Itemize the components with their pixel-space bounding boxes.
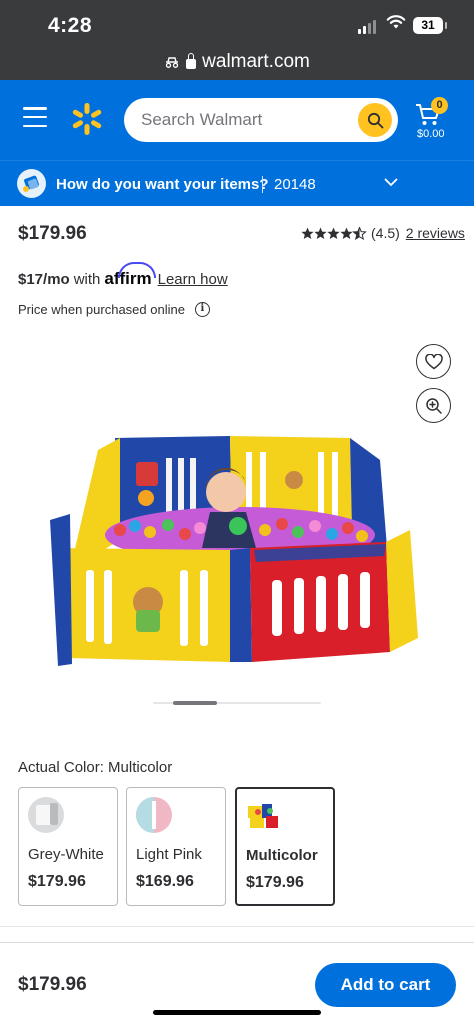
site-header: Search Walmart 0 $0.00 [0, 80, 474, 160]
walmart-spark-logo[interactable] [70, 102, 104, 136]
status-time: 4:28 [48, 14, 93, 37]
url-bar[interactable]: walmart.com [0, 46, 474, 78]
zip-code: 20148 [274, 176, 316, 193]
price-note: Price when purchased online i [18, 302, 210, 317]
zoom-in-icon [425, 397, 442, 414]
heart-icon [424, 353, 443, 369]
product-price: $179.96 [18, 223, 87, 244]
favorite-button[interactable] [416, 344, 451, 379]
wifi-icon [386, 15, 406, 29]
variant-name: Multicolor [246, 847, 318, 864]
lock-icon [186, 52, 197, 69]
zoom-button[interactable] [416, 388, 451, 423]
variant-name: Light Pink [136, 846, 202, 863]
delivery-option-icon [17, 169, 46, 198]
rating-stars-icon [301, 226, 367, 239]
variant-multicolor[interactable]: Multicolor $179.96 [235, 787, 335, 906]
variant-price: $179.96 [246, 874, 304, 891]
actual-color-label: Actual Color: Multicolor [18, 759, 173, 776]
search-placeholder: Search Walmart [141, 110, 263, 129]
variant-price: $169.96 [136, 873, 194, 890]
section-divider [0, 926, 474, 927]
search-input[interactable]: Search Walmart [124, 98, 398, 142]
add-to-cart-button[interactable]: Add to cart [315, 963, 456, 1007]
rating-text: (4.5) [371, 225, 400, 241]
reviews-link[interactable]: 2 reviews [406, 225, 465, 241]
affirm-monthly: $17/mo [18, 271, 70, 288]
sticky-price: $179.96 [18, 974, 87, 995]
fulfillment-question: How do you want your items? [56, 176, 269, 193]
fulfillment-divider [262, 176, 263, 193]
menu-icon[interactable] [23, 107, 47, 127]
swatch-grey-white [28, 797, 64, 833]
product-image[interactable] [50, 430, 424, 670]
rating-summary[interactable]: (4.5) 2 reviews [301, 225, 465, 241]
search-icon [367, 112, 383, 128]
affirm-logo: affirm [104, 262, 157, 288]
private-browsing-icon [166, 57, 179, 68]
carousel-active-dot [173, 701, 217, 705]
battery-icon: 31 [413, 17, 447, 34]
affirm-financing: $17/mo with affirm Learn how [18, 262, 228, 289]
swatch-light-pink [136, 797, 172, 833]
fulfillment-bar[interactable]: How do you want your items? 20148 [0, 160, 474, 206]
cart-total: $0.00 [417, 128, 445, 140]
image-carousel-indicator[interactable] [153, 701, 321, 705]
swatch-multicolor [246, 798, 282, 834]
cart-button[interactable]: 0 $0.00 [414, 96, 454, 144]
variant-grey-white[interactable]: Grey-White $179.96 [18, 787, 118, 906]
price-note-text: Price when purchased online [18, 302, 185, 317]
affirm-learn-link[interactable]: Learn how [158, 271, 228, 288]
variant-name: Grey-White [28, 846, 104, 863]
info-icon[interactable]: i [194, 302, 210, 317]
variant-price: $179.96 [28, 873, 86, 890]
search-button[interactable] [358, 103, 392, 137]
chevron-down-icon[interactable] [384, 175, 398, 189]
signal-icon [358, 18, 376, 34]
cart-count-badge: 0 [431, 97, 448, 114]
home-indicator[interactable] [153, 1010, 321, 1015]
url-text: walmart.com [202, 51, 310, 72]
affirm-with: with [73, 271, 101, 288]
status-bar: 4:28 31 walmart.com [0, 0, 474, 80]
variant-light-pink[interactable]: Light Pink $169.96 [126, 787, 226, 906]
